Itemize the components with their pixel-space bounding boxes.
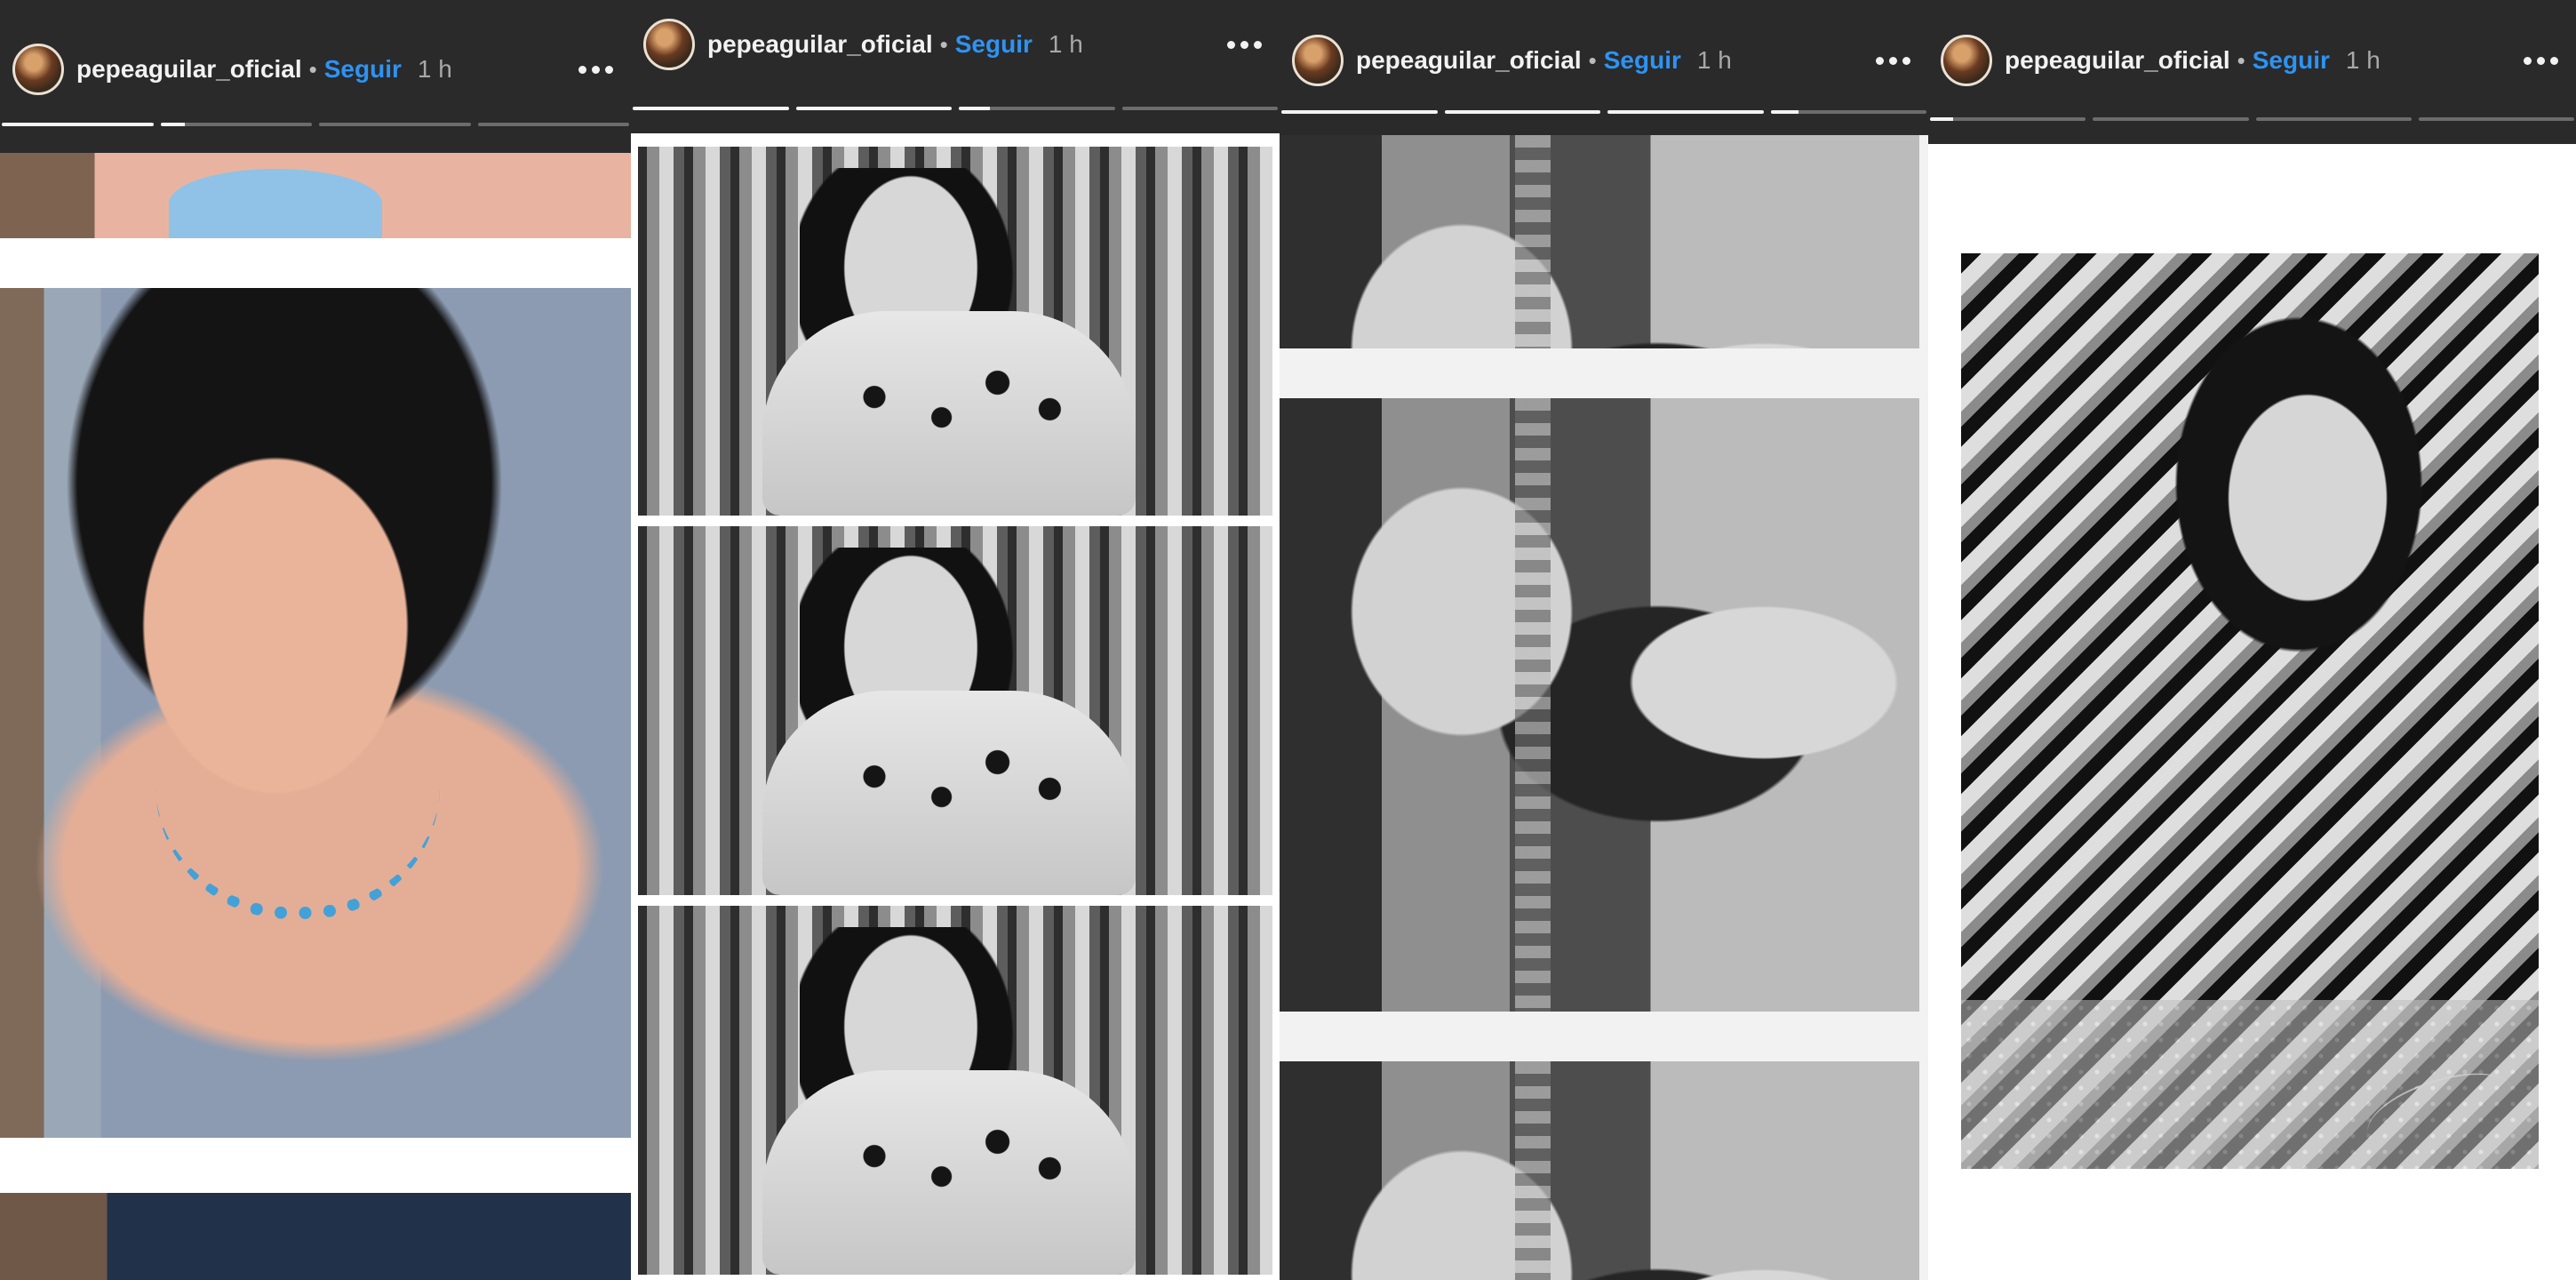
bw-photo-frame xyxy=(638,906,1272,1275)
story-media[interactable] xyxy=(0,153,631,1280)
follow-button[interactable]: Seguir xyxy=(2253,46,2330,75)
story-header: pepeaguilar_oficial • Seguir 1 h xyxy=(1280,16,1928,105)
bw-scene-top xyxy=(1280,135,1919,348)
separator-dot: • xyxy=(308,55,317,83)
photo-signature xyxy=(2358,1058,2522,1164)
post-time: 1 h xyxy=(2345,46,2381,74)
progress-bar xyxy=(1770,110,1926,114)
story-panel-1: pepeaguilar_oficial • Seguir 1 h xyxy=(0,0,631,1280)
story-panel-3: pepeaguilar_oficial • Seguir 1 h xyxy=(1280,0,1928,1280)
progress-bar xyxy=(319,123,471,126)
profile-avatar[interactable] xyxy=(1941,35,1992,86)
progress-bar xyxy=(1930,117,2086,121)
bw-portrait-photo xyxy=(1961,253,2539,1169)
story-media[interactable] xyxy=(631,133,1280,1280)
post-time: 1 h xyxy=(1048,30,1083,58)
stories-viewer: pepeaguilar_oficial • Seguir 1 h pepeagu… xyxy=(0,0,2576,1280)
more-options-icon[interactable] xyxy=(578,65,618,74)
progress-bar xyxy=(2255,117,2412,121)
username-link[interactable]: pepeaguilar_oficial xyxy=(1356,46,1582,75)
progress-fill xyxy=(2,123,154,126)
profile-avatar[interactable] xyxy=(643,19,695,70)
story-media[interactable] xyxy=(1280,135,1928,1280)
story-progress-bars xyxy=(1928,117,2576,121)
more-options-icon[interactable] xyxy=(1876,56,1916,65)
progress-bar xyxy=(477,123,629,126)
story-media[interactable] xyxy=(1928,144,2576,1280)
story-header: pepeaguilar_oficial • Seguir 1 h xyxy=(0,25,631,114)
separator-dot: • xyxy=(939,30,948,58)
story-progress-bars xyxy=(1280,110,1928,114)
separator-dot: • xyxy=(2237,46,2245,74)
separator-dot: • xyxy=(1588,46,1597,74)
bw-photo-frame xyxy=(638,526,1272,895)
color-portrait-photo xyxy=(0,288,631,1138)
bw-scene-middle xyxy=(1280,398,1919,1012)
progress-bar xyxy=(795,107,952,110)
username-link[interactable]: pepeaguilar_oficial xyxy=(2005,46,2230,75)
progress-fill xyxy=(959,107,991,110)
profile-avatar[interactable] xyxy=(12,44,64,95)
more-options-icon[interactable] xyxy=(1227,40,1267,49)
story-panel-2: pepeaguilar_oficial • Seguir 1 h xyxy=(631,0,1280,1280)
post-time: 1 h xyxy=(1696,46,1732,74)
progress-bar xyxy=(633,107,789,110)
progress-fill xyxy=(160,123,185,126)
bw-photo-frame xyxy=(638,147,1272,516)
follow-button[interactable]: Seguir xyxy=(324,55,402,84)
more-options-icon[interactable] xyxy=(2524,56,2564,65)
progress-fill xyxy=(1930,117,1954,121)
progress-bar xyxy=(1121,107,1278,110)
follow-button[interactable]: Seguir xyxy=(955,30,1033,59)
progress-fill xyxy=(1444,110,1600,114)
story-header: pepeaguilar_oficial • Seguir 1 h xyxy=(1928,16,2576,105)
necklace xyxy=(156,786,440,919)
progress-fill xyxy=(1281,110,1438,114)
post-time: 1 h xyxy=(417,55,452,83)
photo-strip-top xyxy=(0,153,631,238)
username-link[interactable]: pepeaguilar_oficial xyxy=(707,30,933,59)
progress-bar xyxy=(2,123,154,126)
progress-bar xyxy=(1444,110,1600,114)
progress-fill xyxy=(1770,110,1799,114)
follow-button[interactable]: Seguir xyxy=(1604,46,1681,75)
progress-bar xyxy=(1607,110,1764,114)
username-link[interactable]: pepeaguilar_oficial xyxy=(76,55,302,84)
story-panel-4: pepeaguilar_oficial • Seguir 1 h xyxy=(1928,0,2576,1280)
progress-bar xyxy=(2093,117,2249,121)
progress-bar xyxy=(2418,117,2574,121)
progress-fill xyxy=(633,107,789,110)
story-header: pepeaguilar_oficial • Seguir 1 h xyxy=(631,0,1280,89)
progress-bar xyxy=(1281,110,1438,114)
bw-scene-bottom xyxy=(1280,1061,1919,1280)
profile-avatar[interactable] xyxy=(1292,35,1344,86)
progress-fill xyxy=(795,107,952,110)
progress-bar xyxy=(959,107,1115,110)
progress-fill xyxy=(1607,110,1764,114)
story-progress-bars xyxy=(631,107,1280,110)
photo-strip-bottom xyxy=(0,1193,631,1280)
story-progress-bars xyxy=(0,123,631,126)
progress-bar xyxy=(160,123,312,126)
